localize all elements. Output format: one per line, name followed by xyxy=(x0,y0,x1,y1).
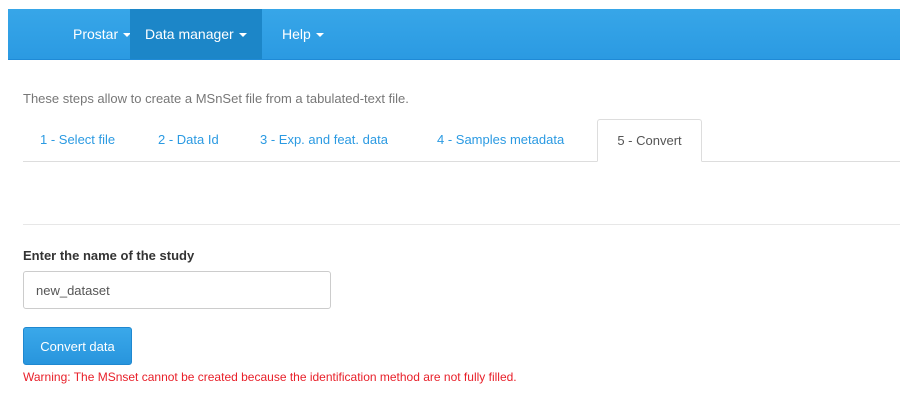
nav-menu-data-manager-label: Data manager xyxy=(145,26,234,42)
tab-convert[interactable]: 5 - Convert xyxy=(597,119,702,162)
tab-data-id[interactable]: 2 - Data Id xyxy=(158,119,219,161)
step-tabs: 1 - Select file 2 - Data Id 3 - Exp. and… xyxy=(23,119,900,162)
caret-down-icon xyxy=(315,33,324,38)
nav-menu-help-label: Help xyxy=(282,26,311,42)
top-strip xyxy=(0,0,900,9)
nav-menu-help[interactable]: Help xyxy=(267,9,339,59)
study-name-input[interactable] xyxy=(23,271,331,309)
section-divider xyxy=(23,224,900,225)
caret-down-icon xyxy=(238,33,247,38)
warning-message: Warning: The MSnset cannot be created be… xyxy=(23,370,517,384)
navbar: Prostar Data manager Help xyxy=(8,9,900,60)
study-name-label: Enter the name of the study xyxy=(23,248,195,263)
tab-select-file[interactable]: 1 - Select file xyxy=(40,119,115,161)
tab-exp-feat-data[interactable]: 3 - Exp. and feat. data xyxy=(260,119,388,161)
intro-text: These steps allow to create a MSnSet fil… xyxy=(23,91,409,106)
nav-menu-prostar-label: Prostar xyxy=(73,26,119,42)
convert-data-button[interactable]: Convert data xyxy=(23,327,132,365)
tab-samples-metadata[interactable]: 4 - Samples metadata xyxy=(437,119,564,161)
nav-menu-data-manager[interactable]: Data manager xyxy=(130,9,262,59)
